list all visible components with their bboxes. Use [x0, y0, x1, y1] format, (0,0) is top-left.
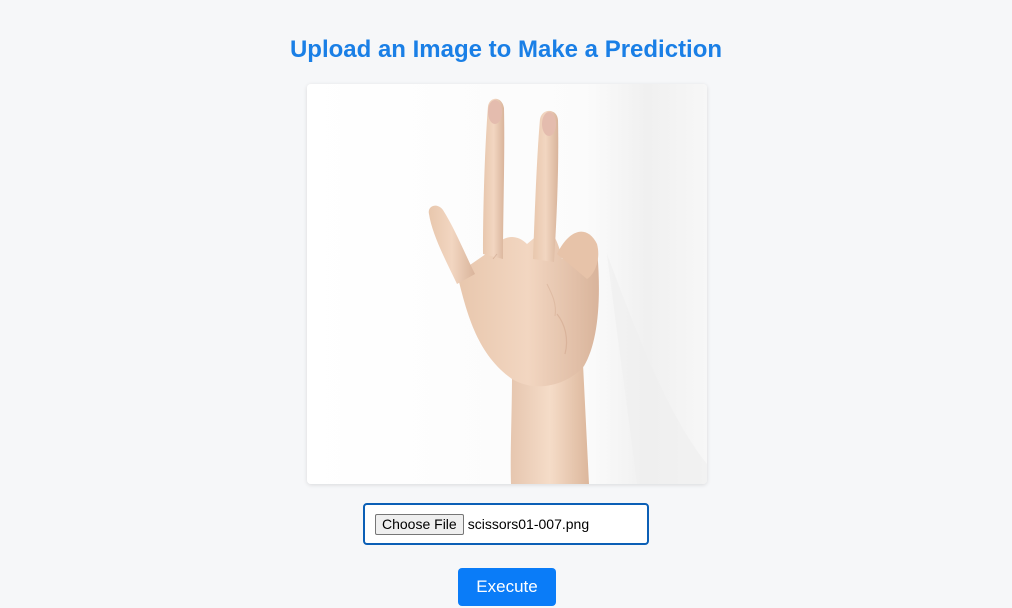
selected-file-name: scissors01-007.png: [467, 516, 590, 532]
choose-file-button[interactable]: Choose File: [375, 513, 464, 535]
hand-scissors-image: [307, 84, 707, 484]
image-preview: [307, 84, 707, 484]
execute-button[interactable]: Execute: [458, 568, 556, 606]
file-upload-field[interactable]: Choose File scissors01-007.png: [363, 503, 649, 545]
page-container: Upload an Image to Make a Prediction Cho…: [0, 0, 1012, 608]
page-title: Upload an Image to Make a Prediction: [289, 36, 723, 63]
